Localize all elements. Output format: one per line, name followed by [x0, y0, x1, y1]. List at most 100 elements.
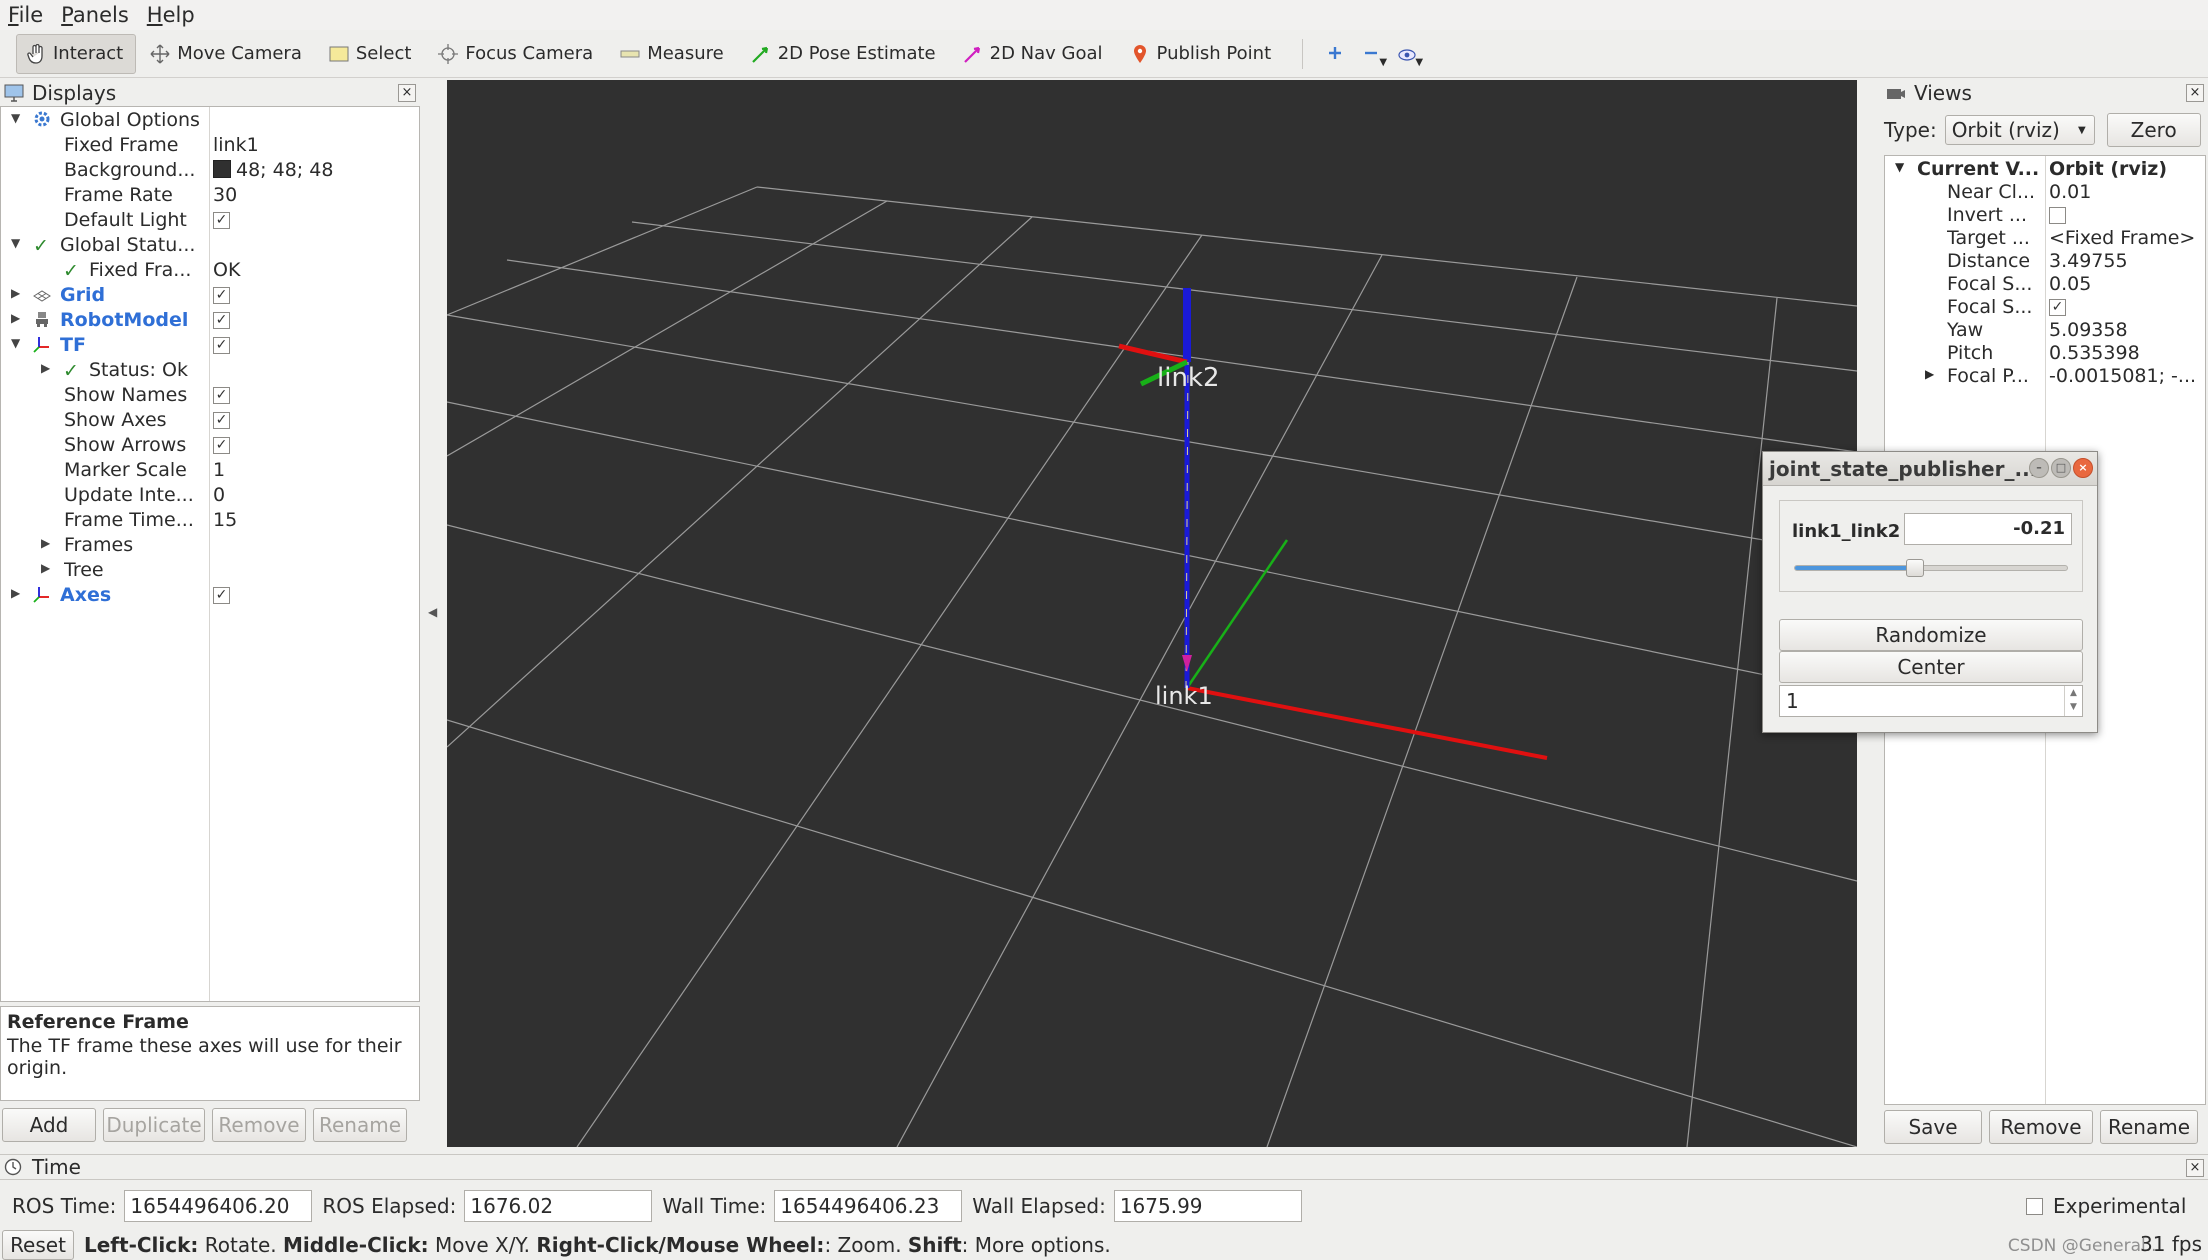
center-button[interactable]: Center [1779, 651, 2083, 683]
tree-row-robot-model[interactable]: ▶ RobotModel ✓ [1, 309, 419, 334]
tree-row-show-axes[interactable]: Show Axes ✓ [1, 409, 419, 434]
displays-tree[interactable]: ▼ Global Options Fixed Frame link1 Backg… [0, 106, 420, 1002]
tree-row-fixed-frame-status[interactable]: ✓ Fixed Fra... OK [1, 259, 419, 284]
view-row-focal-point[interactable]: ▶ Focal P... -0.0015081; -... [1885, 365, 2205, 388]
interact-tool-button[interactable]: Interact [16, 33, 137, 74]
ros-time-field[interactable]: 1654496406.20 [124, 1190, 313, 1222]
view-type-select[interactable]: Orbit (rviz) ▼ [1944, 115, 2095, 145]
tree-row-global-options[interactable]: ▼ Global Options [1, 109, 419, 134]
measure-tool-button[interactable]: Measure [610, 34, 737, 74]
collapsed-arrow-icon[interactable]: ▶ [11, 286, 20, 300]
view-prop-value[interactable]: 0.05 [2049, 273, 2205, 295]
tree-row-fixed-frame[interactable]: Fixed Frame link1 [1, 134, 419, 159]
rename-view-button[interactable]: Rename [2100, 1110, 2198, 1144]
menu-file[interactable]: File [8, 3, 43, 27]
tree-row-default-light[interactable]: Default Light ✓ [1, 209, 419, 234]
remove-view-button[interactable]: Remove [1989, 1110, 2093, 1144]
tree-value[interactable]: 1 [213, 459, 225, 481]
render-viewport[interactable]: link2 link1 [447, 80, 1857, 1147]
tool-properties-button[interactable]: ▼ [1389, 34, 1425, 74]
add-display-button[interactable]: Add [2, 1108, 96, 1142]
view-prop-value[interactable]: <Fixed Frame> [2049, 227, 2205, 249]
reset-button[interactable]: Reset [2, 1230, 74, 1260]
remove-tool-button[interactable]: ▼ [1353, 34, 1389, 74]
tree-row-tree[interactable]: ▶ Tree [1, 559, 419, 584]
maximize-icon[interactable]: □ [2051, 458, 2071, 478]
ros-elapsed-field[interactable]: 1676.02 [464, 1190, 653, 1222]
view-row-near-clip[interactable]: Near Cl... 0.01 [1885, 181, 2205, 204]
checkbox[interactable]: ✓ [2049, 299, 2066, 316]
view-row-invert-z[interactable]: Invert ... [1885, 204, 2205, 227]
tree-row-frames[interactable]: ▶ Frames [1, 534, 419, 559]
view-prop-value[interactable]: 0.535398 [2049, 342, 2205, 364]
view-row-current-view[interactable]: ▼ Current V... Orbit (rviz) [1885, 158, 2205, 181]
checkbox[interactable] [2049, 207, 2066, 224]
close-icon[interactable]: × [2186, 1159, 2204, 1177]
select-tool-button[interactable]: Select [319, 34, 425, 74]
tree-row-axes[interactable]: ▶ Axes ✓ [1, 584, 419, 609]
view-row-focal-shape-fixed[interactable]: Focal S... ✓ [1885, 296, 2205, 319]
collapsed-arrow-icon[interactable]: ▶ [41, 536, 50, 550]
publish-point-tool-button[interactable]: Publish Point [1120, 34, 1285, 74]
tree-value[interactable]: 15 [213, 509, 237, 531]
experimental-checkbox[interactable] [2026, 1197, 2043, 1215]
checkbox[interactable]: ✓ [213, 312, 230, 329]
experimental-option[interactable]: Experimental [2026, 1194, 2186, 1218]
tree-row-background[interactable]: Background... 48; 48; 48 [1, 159, 419, 184]
tree-value[interactable]: 48; 48; 48 [213, 159, 333, 181]
joint-value-input[interactable]: -0.21 [1904, 513, 2072, 545]
pose-estimate-tool-button[interactable]: 2D Pose Estimate [741, 34, 949, 74]
wall-elapsed-field[interactable]: 1675.99 [1113, 1190, 1302, 1222]
spin-arrows-icon[interactable]: ▲ ▼ [2064, 686, 2082, 716]
expanded-arrow-icon[interactable]: ▼ [11, 336, 20, 350]
remove-display-button[interactable]: Remove [212, 1108, 306, 1142]
close-icon[interactable]: × [398, 84, 416, 102]
save-view-button[interactable]: Save [1884, 1110, 1982, 1144]
expanded-arrow-icon[interactable]: ▼ [11, 236, 20, 250]
jsp-title-bar[interactable]: joint_state_publisher_... – □ × [1763, 452, 2097, 486]
tree-row-show-names[interactable]: Show Names ✓ [1, 384, 419, 409]
move-camera-tool-button[interactable]: Move Camera [140, 34, 315, 74]
add-tool-button[interactable] [1317, 34, 1353, 74]
randomize-button[interactable]: Randomize [1779, 619, 2083, 651]
checkbox[interactable]: ✓ [213, 587, 230, 604]
view-row-pitch[interactable]: Pitch 0.535398 [1885, 342, 2205, 365]
collapsed-arrow-icon[interactable]: ▶ [11, 311, 20, 325]
joint-count-spinbox[interactable]: 1 ▲ ▼ [1779, 685, 2083, 717]
tree-row-update-interval[interactable]: Update Inte... 0 [1, 484, 419, 509]
checkbox[interactable]: ✓ [213, 212, 230, 229]
menu-help[interactable]: Help [147, 3, 195, 27]
close-icon[interactable]: × [2073, 458, 2093, 478]
tree-row-frame-rate[interactable]: Frame Rate 30 [1, 184, 419, 209]
checkbox[interactable]: ✓ [213, 287, 230, 304]
checkbox[interactable]: ✓ [213, 412, 230, 429]
nav-goal-tool-button[interactable]: 2D Nav Goal [953, 34, 1116, 74]
view-row-focal-shape-size[interactable]: Focal S... 0.05 [1885, 273, 2205, 296]
checkbox[interactable]: ✓ [213, 337, 230, 354]
view-prop-value[interactable]: -0.0015081; -... [2049, 365, 2205, 387]
tree-row-tf-status[interactable]: ▶ ✓ Status: Ok [1, 359, 419, 384]
tree-row-marker-scale[interactable]: Marker Scale 1 [1, 459, 419, 484]
view-prop-value[interactable]: 5.09358 [2049, 319, 2205, 341]
checkbox[interactable]: ✓ [213, 437, 230, 454]
view-prop-value[interactable]: 3.49755 [2049, 250, 2205, 272]
tree-value[interactable]: 0 [213, 484, 225, 506]
tree-row-global-status[interactable]: ▼ ✓ Global Statu... [1, 234, 419, 259]
view-row-distance[interactable]: Distance 3.49755 [1885, 250, 2205, 273]
expanded-arrow-icon[interactable]: ▼ [11, 111, 20, 125]
tree-row-tf[interactable]: ▼ TF ✓ [1, 334, 419, 359]
slider-handle[interactable] [1905, 559, 1924, 577]
rename-display-button[interactable]: Rename [313, 1108, 407, 1142]
joint-value-slider[interactable] [1794, 559, 2068, 577]
minimize-icon[interactable]: – [2029, 458, 2049, 478]
expanded-arrow-icon[interactable]: ▼ [1895, 160, 1904, 174]
close-icon[interactable]: × [2186, 84, 2204, 102]
duplicate-display-button[interactable]: Duplicate [103, 1108, 205, 1142]
collapsed-arrow-icon[interactable]: ▶ [41, 361, 50, 375]
tree-value[interactable]: 30 [213, 184, 237, 206]
collapsed-arrow-icon[interactable]: ▶ [11, 586, 20, 600]
tree-row-grid[interactable]: ▶ Grid ✓ [1, 284, 419, 309]
zero-button[interactable]: Zero [2106, 113, 2201, 147]
focus-camera-tool-button[interactable]: Focus Camera [428, 34, 606, 74]
menu-panels[interactable]: Panels [61, 3, 129, 27]
